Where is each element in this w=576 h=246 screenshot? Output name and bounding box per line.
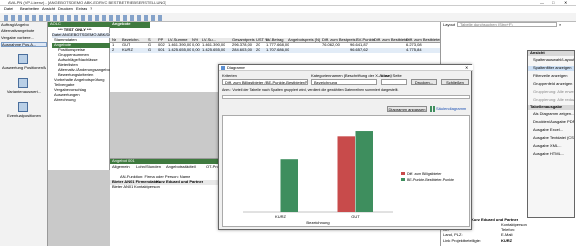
contact-label: Land, PLZ: (443, 233, 463, 237)
menu-item[interactable]: Gruppierung: Alle reduzieren (Strg+Umsch… (528, 98, 574, 103)
tab-angebot[interactable]: Angebotsstädteil (166, 165, 196, 170)
sidebar-item-auswertung[interactable]: Auswertung Positionen/Mer... (2, 66, 46, 71)
bar-gut-1 (355, 131, 373, 212)
sidebar-item-eventual-icon (18, 102, 28, 112)
cell: 284.603,00 (232, 48, 253, 52)
tree-nodes: Stammdaten Angebote Positionspreise Grup… (52, 38, 110, 103)
x-tick-label: GUT (351, 214, 360, 219)
schliessen-button[interactable]: Schließen (441, 79, 469, 85)
menu-item[interactable]: Filterzeile anzeigen (528, 74, 574, 79)
close-icon[interactable]: ✕ (564, 0, 567, 5)
x-axis-label: Bezeichnung (306, 220, 329, 225)
contact-value: KURZ (501, 239, 513, 243)
sidebar-tab-alternativ[interactable]: Alternativangebote (1, 29, 47, 34)
cell: G (148, 48, 152, 52)
kriterien-select[interactable]: Diff. zum Billigstbieter (BE-Punkte-Best… (222, 79, 308, 85)
menu-item[interactable]: Ausgabe XML... (528, 144, 574, 149)
sidebar-item-varianten[interactable]: Variantenauswert... (2, 90, 46, 95)
bar-kurz-1 (280, 159, 298, 212)
blank-textarea[interactable] (222, 95, 470, 99)
chart-area: KURZ GUT Bezeichnung Diff. zum Billigstbiet… (222, 115, 470, 227)
sidebar-item-auswertung-icon (18, 54, 28, 64)
menu-item-selected[interactable]: Spaltenfilter anzeigen (528, 66, 574, 71)
toolbar-icon-row (4, 14, 164, 21)
menu-item[interactable]: Druckten/Ausgabe PDF... (528, 120, 574, 125)
minimize-icon[interactable]: — (540, 0, 544, 5)
tree-node[interactable]: Abrechnung (52, 98, 110, 103)
saeulen-link[interactable]: Säulendiagramm (436, 107, 466, 112)
bar-chart: KURZ GUT Bezeichnung Diff. zum Billigstbiet… (243, 131, 454, 225)
grid-tab[interactable]: Angebote (110, 22, 150, 28)
menu-help[interactable]: ? (90, 7, 92, 12)
legend-swatch (401, 178, 405, 181)
bottom-cell: Bieter AN01 (112, 185, 134, 189)
menu-ansicht[interactable]: Ansicht (42, 7, 55, 12)
contact-value: E-Mail: (501, 233, 514, 237)
toolbar (0, 13, 576, 22)
menu-item[interactable]: Ausgabe Textdatei (CSV)... (528, 136, 574, 141)
contact-label: Link Projektbeteiligte: (443, 239, 482, 243)
dialog-app-icon (221, 65, 225, 70)
tree-panel: AOLC *** TEST ONLY *** Datei ANGEBOTSDEM… (48, 22, 110, 170)
tree-header-code: AOLC (48, 22, 110, 27)
menu-item[interactable]: Spaltenauswahl/Layout anpassen... (Alt+F… (528, 58, 574, 63)
tab-allgemein[interactable]: Allgemein (112, 165, 130, 170)
cell: 2 (112, 48, 115, 52)
cell: 0,00 (192, 48, 200, 52)
sidebar-item-eventual[interactable]: Eventualpositionen (2, 114, 46, 119)
table-row[interactable]: 2 KURZ G 001 1.425.655,00 0,00 1.425.655… (110, 48, 440, 53)
legend-swatch (401, 172, 405, 175)
window-title: AVA-PN (VP-Lizenz) - [ANGEBOTSDEMO ABK-E… (8, 0, 167, 5)
bar-gut-0 (337, 136, 355, 212)
cell: 96.657,62 (350, 48, 368, 52)
cell: KURZ (122, 48, 133, 52)
x-tick-label: KURZ (275, 214, 286, 219)
dialog-hint: Anm.: Vorteil der Tabelle nach Spalten g… (222, 88, 399, 92)
menu-extras[interactable]: Extras (76, 7, 87, 12)
cell: 001 (158, 48, 165, 52)
context-menu: Ansicht Spaltenauswahl/Layout anpassen..… (527, 50, 575, 218)
search-input[interactable]: Tabelle durchsuchen (Strg+F) (457, 22, 557, 27)
menu-item[interactable]: Ausgabe HTML... (528, 152, 574, 157)
drucken-button[interactable]: Drucken... (411, 79, 437, 85)
cell: 1.707.686,00 (266, 48, 290, 52)
menu-bar: Datei Bearbeiten Ansicht Drucken Extras … (0, 6, 576, 13)
menu-item[interactable]: Gruppierung: Alle erweitern (Strg+Umscha… (528, 90, 574, 95)
legend-label: BE-Punkte-Bestbieter-Punkte (407, 178, 454, 182)
tab-lohn[interactable]: Lohn/Stunden (136, 165, 161, 170)
menu-section-ansicht: Ansicht (528, 51, 574, 56)
menu-item[interactable]: Als Diagramm zeigen... (528, 112, 574, 117)
menu-item[interactable]: Ausgabe Excel... (528, 128, 574, 133)
search-icon[interactable]: ⌕ (559, 22, 561, 27)
dialog-titlebar: Diagramm ✕ (219, 65, 473, 71)
dialog-title: Diagramm (227, 65, 246, 70)
sidebar-filter-label: Vergabe vorbere... (1, 36, 34, 40)
menu-section-tabellenausgabe: Tabellenausgabe (528, 105, 574, 110)
dialog-close-icon[interactable]: ✕ (465, 65, 468, 70)
menu-bearbeiten[interactable]: Bearbeiten (20, 7, 39, 12)
bottom-cell: Kontaktperson (134, 185, 160, 189)
diagram-anpassen-button[interactable]: Diagramm anpassen (387, 106, 427, 112)
menu-item[interactable]: Gruppenfeld anzeigen (528, 82, 574, 87)
legend-label: Diff. zum Billigstbieter (407, 172, 442, 176)
kurz-select[interactable] (381, 79, 407, 85)
cell: 4.775,84 (406, 48, 422, 52)
cell: 1.425.655,00 (168, 48, 192, 52)
sidebar-tab-auftrag[interactable]: Auftrag/Angebo (1, 23, 47, 28)
menu-datei[interactable]: Datei (4, 7, 13, 12)
layout-label: Layout (443, 23, 456, 27)
cell: 20 (256, 48, 261, 52)
beschriftung-select[interactable]: Bezeichnung (311, 79, 377, 85)
chart-type-icon[interactable] (430, 106, 435, 112)
diagram-dialog: Diagramm ✕ Kriterien Diff. zum Billigstb… (218, 64, 473, 230)
maximize-icon[interactable]: □ (552, 0, 554, 5)
cell: 1.425.655,00 (202, 48, 226, 52)
sidebar-filter-value[interactable]: Ausnahme Pos.A... (1, 42, 47, 47)
sidebar-item-varianten-icon (18, 78, 28, 88)
left-sidebar: Auftrag/Angebo Alternativangebote Vergab… (0, 22, 48, 246)
menu-drucken[interactable]: Drucken (58, 7, 73, 12)
